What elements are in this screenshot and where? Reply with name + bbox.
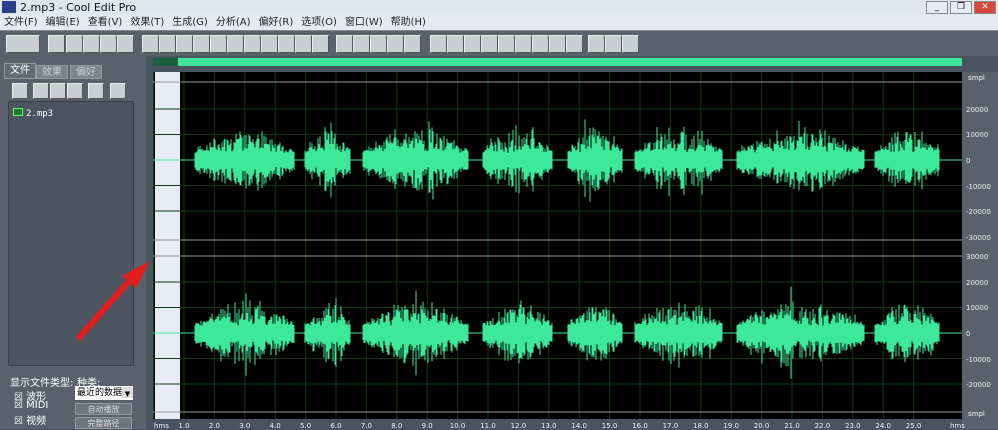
amplitude-label: -10000	[966, 356, 991, 364]
overview-bar[interactable]	[153, 58, 962, 66]
organizer-button[interactable]	[110, 83, 126, 99]
toolbar-button[interactable]	[117, 35, 134, 53]
menu-effects[interactable]: 效果(T)	[130, 15, 164, 30]
toolbar	[0, 30, 998, 56]
organizer-button[interactable]	[67, 83, 83, 99]
menu-help[interactable]: 帮助(H)	[391, 15, 426, 30]
toolbar-button[interactable]	[142, 35, 159, 53]
toolbar-button[interactable]	[244, 35, 261, 53]
organizer-button[interactable]	[12, 83, 28, 99]
amplitude-label: 20000	[966, 279, 988, 287]
toolbar-button[interactable]	[387, 35, 404, 53]
toolbar-button[interactable]	[48, 35, 65, 53]
waveform-file-icon	[13, 108, 23, 116]
amplitude-label: 10000	[966, 131, 988, 139]
tab-effects[interactable]: 效果	[36, 65, 68, 79]
minimize-button[interactable]: _	[926, 1, 948, 14]
window-title: 2.mp3 - Cool Edit Pro	[20, 1, 137, 14]
show-types-label: 显示文件类型:	[10, 378, 74, 389]
amplitude-label: -30000	[966, 234, 991, 242]
amplitude-label: -10000	[966, 183, 991, 191]
menu-analyze[interactable]: 分析(A)	[216, 15, 251, 30]
amplitude-label: 0	[966, 157, 970, 165]
toolbar-button[interactable]	[6, 35, 40, 53]
amplitude-label: 30000	[966, 253, 988, 261]
menu-file[interactable]: 文件(F)	[4, 15, 38, 30]
toolbar-button[interactable]	[481, 35, 498, 53]
menu-window[interactable]: 窗口(W)	[345, 15, 383, 30]
organizer-button[interactable]	[50, 83, 66, 99]
selection-region[interactable]	[155, 72, 180, 419]
amplitude-ruler	[962, 72, 998, 429]
maximize-button[interactable]: ❐	[950, 1, 972, 14]
kind-select[interactable]: 最近的数据 ▼	[75, 386, 133, 400]
toolbar-button[interactable]	[404, 35, 421, 53]
tab-favorites[interactable]: 偏好	[70, 65, 102, 79]
toolbar-button[interactable]	[295, 35, 312, 53]
toolbar-button[interactable]	[336, 35, 353, 53]
menu-edit[interactable]: 编辑(E)	[46, 15, 80, 30]
toolbar-button[interactable]	[532, 35, 549, 53]
menu-options[interactable]: 选项(O)	[301, 15, 337, 30]
tab-files[interactable]: 文件	[4, 63, 36, 79]
menu-bar: 文件(F) 编辑(E) 查看(V) 效果(T) 生成(G) 分析(A) 偏好(R) 选项(O)…	[0, 15, 998, 30]
waveform-background	[153, 72, 962, 419]
full-path-button[interactable]: 完整路径	[75, 417, 132, 429]
toolbar-button[interactable]	[566, 35, 583, 53]
list-item[interactable]: 2.mp3	[13, 108, 53, 119]
menu-favorites[interactable]: 偏好(R)	[258, 15, 293, 30]
toolbar-button[interactable]	[193, 35, 210, 53]
type-midi-checkbox[interactable]: ☒ MIDI	[14, 400, 48, 411]
file-list: 2.mp3	[8, 101, 134, 366]
toolbar-button[interactable]	[430, 35, 447, 53]
toolbar-button[interactable]	[261, 35, 278, 53]
toolbar-button[interactable]	[66, 35, 83, 53]
toolbar-button[interactable]	[515, 35, 532, 53]
unit-label: smpl	[968, 74, 985, 82]
menu-view[interactable]: 查看(V)	[88, 15, 123, 30]
organizer-panel: 文件 效果 偏好 2.mp3 显示文件类型: 种类: ☒ 波形 ☒ MIDI ☒…	[0, 56, 146, 429]
type-video-checkbox[interactable]: ☒ 视频	[14, 412, 46, 427]
waveform-view[interactable]: smpl 20000 10000 0 -10000 -20000 -30000 30000 20…	[75, 56, 998, 430]
autoplay-button[interactable]: 自动播放	[75, 403, 132, 415]
toolbar-button[interactable]	[227, 35, 244, 53]
amplitude-label: 10000	[966, 304, 988, 312]
toolbar-button[interactable]	[83, 35, 100, 53]
toolbar-button[interactable]	[498, 35, 515, 53]
toolbar-button[interactable]	[353, 35, 370, 53]
waveform-display[interactable]: smpl 20000 10000 0 -10000 -20000 -30000 30000 20…	[75, 56, 998, 430]
overview-viewport[interactable]	[153, 58, 178, 66]
toolbar-button[interactable]	[312, 35, 329, 53]
app-logo-icon	[2, 1, 16, 13]
amplitude-label: -20000	[966, 381, 991, 389]
title-bar: 2.mp3 - Cool Edit Pro _ ❐ ✕	[0, 0, 998, 15]
toolbar-button[interactable]	[176, 35, 193, 53]
toolbar-button[interactable]	[210, 35, 227, 53]
toolbar-button[interactable]	[605, 35, 622, 53]
toolbar-button[interactable]	[370, 35, 387, 53]
amplitude-label: 20000	[966, 106, 988, 114]
organizer-button[interactable]	[88, 83, 104, 99]
menu-generate[interactable]: 生成(G)	[172, 15, 208, 30]
file-name: 2.mp3	[26, 109, 54, 119]
close-button[interactable]: ✕	[974, 1, 996, 14]
toolbar-button[interactable]	[278, 35, 295, 53]
organizer-button[interactable]	[33, 83, 49, 99]
amplitude-label: 0	[966, 330, 970, 338]
toolbar-button[interactable]	[588, 35, 605, 53]
toolbar-button[interactable]	[464, 35, 481, 53]
amplitude-label: -20000	[966, 208, 991, 216]
toolbar-button[interactable]	[549, 35, 566, 53]
toolbar-button[interactable]	[159, 35, 176, 53]
toolbar-button[interactable]	[100, 35, 117, 53]
chevron-down-icon: ▼	[122, 387, 133, 398]
toolbar-button[interactable]	[622, 35, 639, 53]
unit-label: smpl	[968, 410, 985, 418]
toolbar-button[interactable]	[447, 35, 464, 53]
